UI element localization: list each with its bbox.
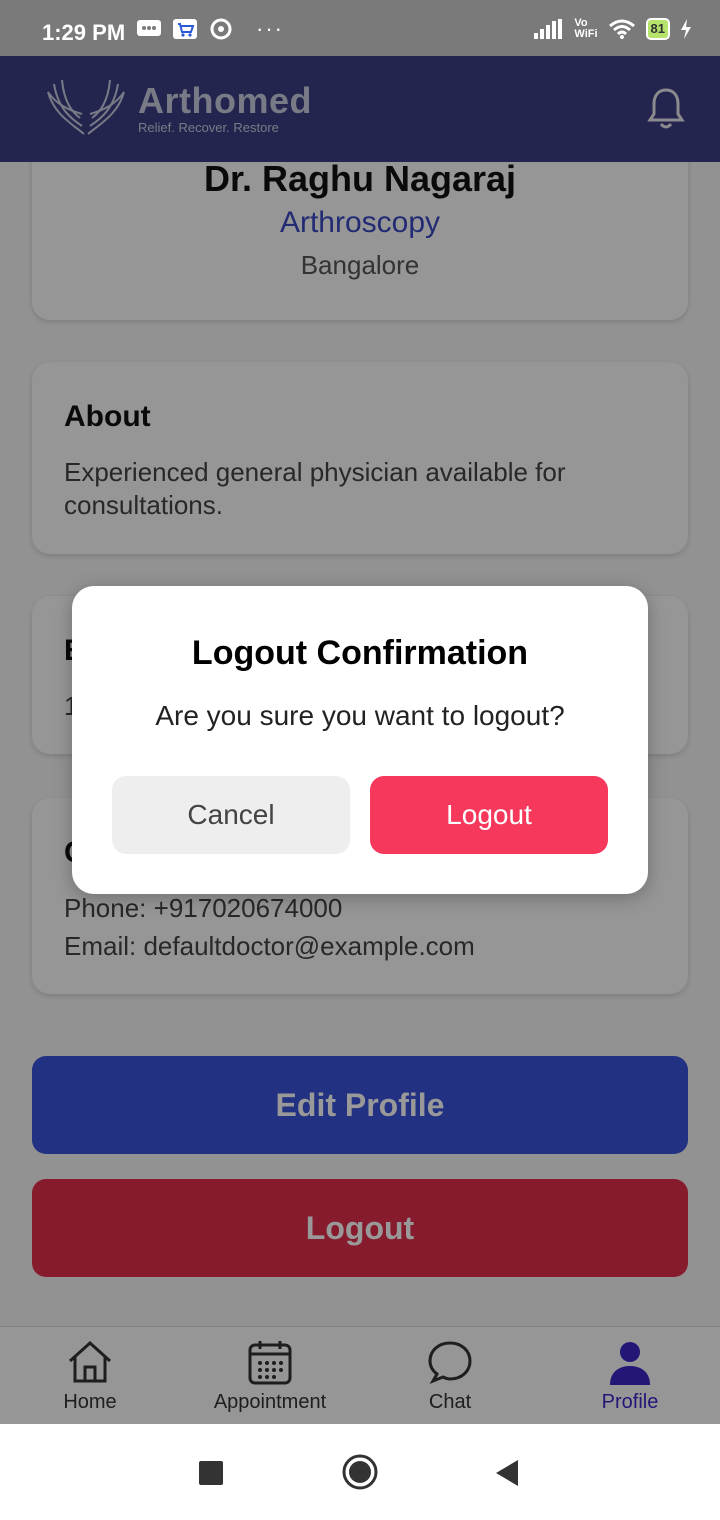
signal-icon bbox=[534, 19, 563, 39]
back-button[interactable] bbox=[494, 1458, 520, 1488]
battery-indicator: 81 bbox=[645, 18, 670, 40]
confirm-logout-button[interactable]: Logout bbox=[370, 776, 608, 854]
vowifi-label: Vo WiFi bbox=[574, 17, 598, 40]
recent-apps-button[interactable] bbox=[199, 1461, 223, 1485]
logout-dialog: Logout Confirmation Are you sure you wan… bbox=[72, 586, 648, 894]
dialog-title: Logout Confirmation bbox=[191, 634, 529, 672]
charging-icon bbox=[681, 19, 691, 39]
at-icon bbox=[210, 18, 232, 40]
system-nav-bar bbox=[0, 1424, 720, 1520]
dialog-message: Are you sure you want to logout? bbox=[155, 700, 565, 731]
status-time: 1:29 PM bbox=[42, 20, 126, 45]
cancel-button[interactable]: Cancel bbox=[112, 776, 350, 854]
wifi-icon bbox=[608, 19, 635, 39]
status-more: ··· bbox=[256, 16, 284, 41]
status-bar: 1:29 PM ··· Vo WiFi 81 bbox=[0, 0, 720, 56]
message-icon bbox=[137, 20, 161, 36]
home-system-button[interactable] bbox=[340, 1452, 380, 1492]
cart-icon bbox=[173, 19, 197, 39]
